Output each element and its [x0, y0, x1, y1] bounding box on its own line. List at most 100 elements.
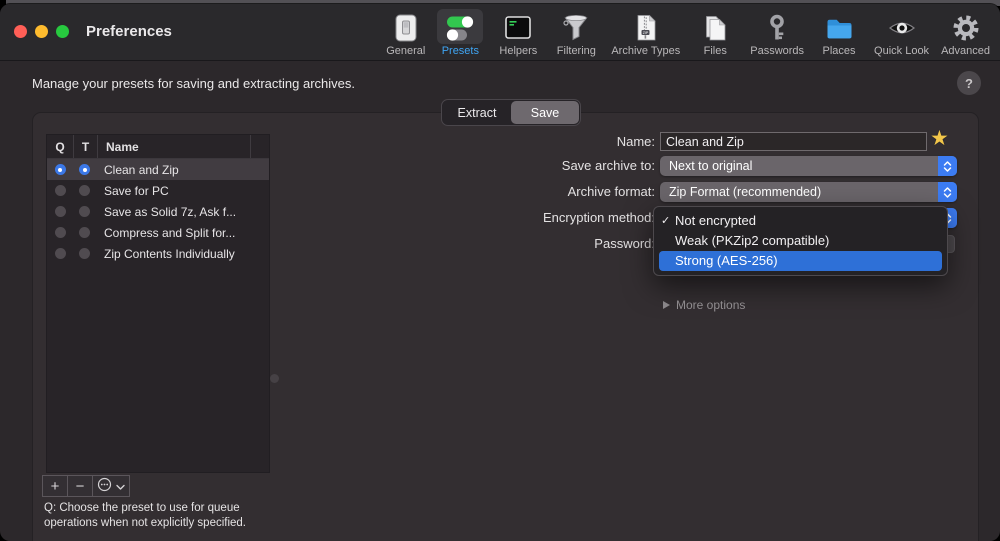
preferences-window: Preferences General Presets [0, 4, 1000, 541]
toolbar-item-advanced[interactable]: Advanced [941, 9, 990, 57]
column-header-q[interactable]: Q [47, 135, 74, 158]
add-preset-button[interactable]: + [42, 475, 68, 497]
toolbar-label: Places [823, 45, 856, 57]
extract-save-segmented-control: Extract Save [441, 99, 581, 126]
titlebar[interactable]: Preferences General Presets [0, 4, 1000, 61]
menu-item-label: Not encrypted [675, 213, 756, 228]
screen: Preferences General Presets [0, 0, 1000, 541]
preset-name: Save as Solid 7z, Ask f... [96, 205, 269, 219]
toolbar-item-quick-look[interactable]: Quick Look [874, 9, 929, 57]
more-options-disclosure[interactable]: More options [663, 298, 745, 312]
toolbar-item-archive-types[interactable]: ZIP Archive Types [611, 9, 680, 57]
more-options-label: More options [676, 298, 745, 312]
toolbar-radio[interactable] [79, 164, 90, 175]
toolbar-label: Files [704, 45, 727, 57]
key-icon [754, 9, 800, 44]
column-header-name[interactable]: Name [98, 135, 251, 158]
table-header: Q T Name [47, 135, 269, 159]
favorite-star-icon[interactable]: ★ [930, 126, 949, 152]
preset-name: Save for PC [96, 184, 269, 198]
documents-icon [692, 9, 738, 44]
toolbar-radio[interactable] [79, 248, 90, 259]
preset-actions-menu-button[interactable] [92, 475, 130, 497]
popup-value: Next to original [669, 159, 752, 173]
toolbar-label: Presets [442, 45, 479, 57]
chevron-down-icon [116, 478, 125, 495]
toolbar-item-helpers[interactable]: Helpers [495, 9, 541, 57]
save-archive-to-popup[interactable]: Next to original [660, 156, 957, 176]
toolbar-item-general[interactable]: General [386, 9, 425, 57]
toolbar-item-filtering[interactable]: Filtering [553, 9, 599, 57]
table-row[interactable]: Zip Contents Individually [47, 243, 269, 264]
traffic-lights [14, 25, 69, 38]
queue-help-line1: Q: Choose the preset to use for queue [44, 501, 246, 516]
funnel-icon [553, 9, 599, 44]
table-row[interactable]: Save for PC [47, 180, 269, 201]
toolbar-label: Advanced [941, 45, 990, 57]
table-row[interactable]: Clean and Zip [47, 159, 269, 180]
tab-extract[interactable]: Extract [443, 101, 511, 124]
menu-item-label: Weak (PKZip2 compatible) [675, 233, 829, 248]
save-archive-to-label: Save archive to: [455, 156, 655, 176]
table-row[interactable]: Compress and Split for... [47, 222, 269, 243]
toolbar-radio[interactable] [79, 185, 90, 196]
checkmark-icon: ✓ [661, 211, 670, 231]
tab-save[interactable]: Save [511, 101, 579, 124]
archive-format-popup[interactable]: Zip Format (recommended) [660, 182, 957, 202]
toolbar-label: Helpers [499, 45, 537, 57]
window-title: Preferences [86, 23, 172, 40]
queue-radio[interactable] [55, 248, 66, 259]
svg-text:ZIP: ZIP [642, 31, 648, 35]
menu-item-not-encrypted[interactable]: ✓ Not encrypted [654, 211, 947, 231]
toolbar: General Presets Helpers [386, 9, 990, 57]
encryption-method-menu: ✓ Not encrypted Weak (PKZip2 compatible)… [653, 206, 948, 276]
preset-name: Clean and Zip [96, 163, 269, 177]
menu-item-weak-pkzip2[interactable]: Weak (PKZip2 compatible) [654, 231, 947, 251]
zip-document-icon: ZIP [623, 9, 669, 44]
circle-ellipsis-icon [97, 477, 112, 496]
close-button[interactable] [14, 25, 27, 38]
toolbar-item-files[interactable]: Files [692, 9, 738, 57]
name-label: Name: [455, 132, 655, 152]
toolbar-label: Archive Types [611, 45, 680, 57]
popup-arrows-icon [938, 182, 957, 202]
queue-radio[interactable] [55, 206, 66, 217]
remove-preset-button[interactable]: − [67, 475, 93, 497]
menu-item-strong-aes256[interactable]: Strong (AES-256) [659, 251, 942, 271]
preset-name: Zip Contents Individually [96, 247, 269, 261]
password-label: Password: [455, 234, 655, 254]
toolbar-radio[interactable] [79, 206, 90, 217]
queue-help-line2: operations when not explicitly specified… [44, 516, 246, 531]
toolbar-item-places[interactable]: Places [816, 9, 862, 57]
terminal-icon [495, 9, 541, 44]
preset-name-input[interactable] [660, 132, 927, 151]
queue-help-note: Q: Choose the preset to use for queue op… [44, 501, 246, 531]
column-header-t[interactable]: T [74, 135, 98, 158]
queue-radio[interactable] [55, 185, 66, 196]
archive-format-label: Archive format: [455, 182, 655, 202]
toolbar-label: Filtering [557, 45, 596, 57]
popup-arrows-icon [938, 156, 957, 176]
toolbar-label: General [386, 45, 425, 57]
zoom-button[interactable] [56, 25, 69, 38]
queue-radio[interactable] [55, 227, 66, 238]
content-area: Manage your presets for saving and extra… [0, 60, 1000, 541]
toolbar-label: Quick Look [874, 45, 929, 57]
queue-radio[interactable] [55, 164, 66, 175]
switch-plate-icon [387, 9, 425, 44]
encryption-method-label: Encryption method: [455, 208, 655, 228]
toolbar-radio[interactable] [79, 227, 90, 238]
toggles-icon [437, 9, 483, 44]
toolbar-item-passwords[interactable]: Passwords [750, 9, 804, 57]
table-row[interactable]: Save as Solid 7z, Ask f... [47, 201, 269, 222]
disclosure-triangle-icon [663, 301, 670, 309]
eye-icon [879, 9, 925, 44]
menu-item-label: Strong (AES-256) [675, 253, 778, 268]
help-button[interactable]: ? [957, 71, 981, 95]
folder-icon [816, 9, 862, 44]
popup-value: Zip Format (recommended) [669, 185, 821, 199]
minimize-button[interactable] [35, 25, 48, 38]
toolbar-item-presets[interactable]: Presets [437, 9, 483, 57]
gear-icon [943, 9, 989, 44]
splitter-handle[interactable] [270, 374, 279, 383]
